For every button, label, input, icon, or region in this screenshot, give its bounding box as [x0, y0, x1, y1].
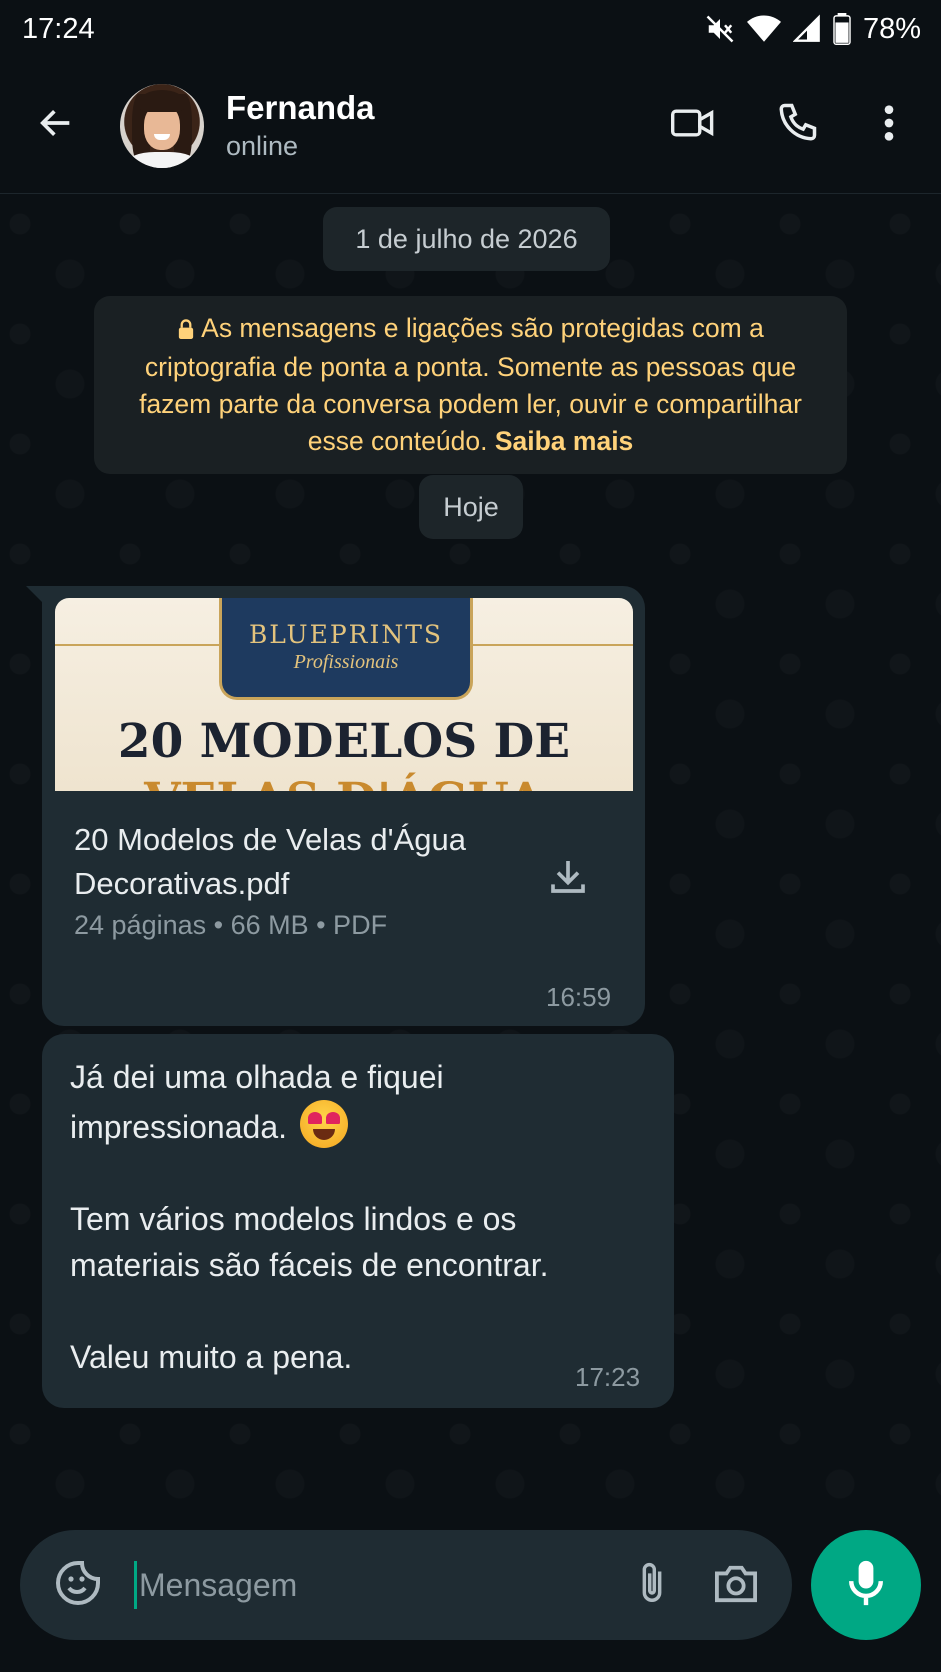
text-message-body: Já dei uma olhada e fiquei impressionada…	[70, 1054, 630, 1380]
mute-icon	[705, 14, 735, 44]
document-message[interactable]: BLUEPRINTS Profissionais 20 MODELOS DE V…	[42, 586, 645, 1026]
document-meta: 24 páginas • 66 MB • PDF	[74, 910, 388, 940]
encryption-notice[interactable]: As mensagens e ligações são protegidas c…	[94, 296, 847, 474]
camera-button[interactable]	[694, 1530, 778, 1640]
thumbnail-banner: BLUEPRINTS Profissionais	[219, 598, 473, 700]
document-time: 16:59	[546, 982, 612, 1012]
voice-message-button[interactable]	[811, 1530, 921, 1640]
phone-call-icon	[776, 102, 818, 149]
battery-percent: 78%	[862, 12, 921, 45]
status-bar: 17:24 78%	[0, 0, 941, 58]
chat-header: Fernanda online	[0, 58, 941, 194]
video-call-icon	[671, 103, 715, 148]
contact-status: online	[226, 130, 299, 161]
learn-more-link[interactable]: Saiba mais	[495, 426, 633, 456]
message-line-1: Já dei uma olhada e fiquei impressionada…	[70, 1059, 444, 1145]
text-message-time: 17:23	[575, 1362, 641, 1392]
attach-button[interactable]	[610, 1530, 694, 1640]
contact-name: Fernanda	[226, 88, 375, 126]
back-button[interactable]	[0, 58, 112, 193]
thumbnail-headline: 20 MODELOS DE	[117, 714, 571, 769]
signal-icon	[792, 14, 821, 44]
encryption-notice-text: As mensagens e ligações são protegidas c…	[139, 313, 802, 456]
heart-eyes-emoji-icon	[299, 1100, 348, 1148]
document-file-name: 20 Modelos de Velas d'Água Decorativas.p…	[74, 822, 466, 901]
more-options-icon	[883, 103, 895, 148]
avatar[interactable]	[120, 83, 204, 168]
voice-call-button[interactable]	[745, 76, 849, 176]
lock-icon	[177, 312, 195, 349]
microphone-icon	[846, 1559, 886, 1612]
wifi-icon	[746, 14, 781, 44]
document-thumbnail[interactable]: BLUEPRINTS Profissionais 20 MODELOS DE V…	[55, 598, 633, 791]
date-separator: 1 de julho de 2026	[323, 207, 610, 271]
today-separator: Hoje	[419, 475, 523, 539]
message-body: Tem vários modelos lindos e os materiais…	[70, 1201, 549, 1375]
status-time: 17:24	[22, 12, 95, 45]
message-input[interactable]	[137, 1530, 610, 1640]
battery-icon	[833, 13, 851, 45]
more-options-button[interactable]	[849, 76, 929, 176]
status-icons: 78%	[705, 13, 921, 46]
thumbnail-headline-2: VELAS D'ÁGUA	[55, 773, 633, 791]
download-icon	[548, 856, 588, 901]
camera-icon	[713, 1562, 759, 1609]
video-call-button[interactable]	[641, 76, 745, 176]
sticker-emoji-icon	[54, 1559, 102, 1612]
message-composer	[20, 1530, 792, 1640]
contact-info[interactable]: Fernanda online	[226, 88, 641, 164]
back-arrow-icon	[36, 103, 76, 148]
attach-icon	[634, 1560, 670, 1611]
emoji-button[interactable]	[28, 1530, 128, 1640]
download-button[interactable]	[540, 850, 596, 906]
